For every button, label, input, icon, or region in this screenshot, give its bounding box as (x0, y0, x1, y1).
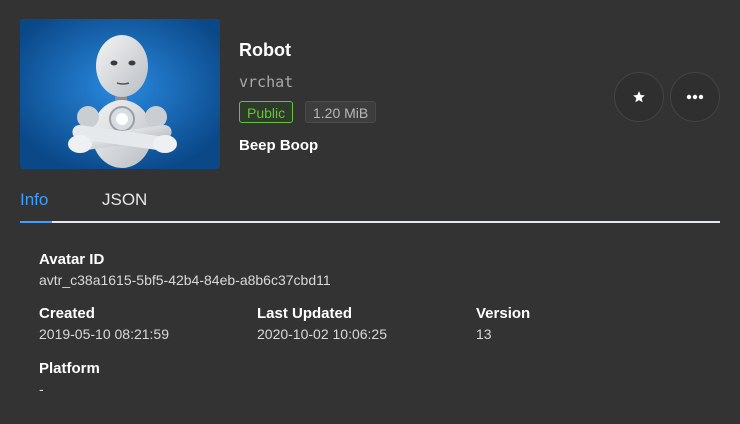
file-size-badge: 1.20 MiB (305, 101, 377, 123)
avatar-thumbnail[interactable] (20, 19, 220, 169)
last-updated-label: Last Updated (257, 305, 353, 322)
tab-divider (20, 221, 720, 223)
avatar-id-value[interactable]: avtr_c38a1615-5bf5-42b4-84eb-a8b6c37cbd1… (39, 272, 331, 288)
tab-info[interactable]: Info (20, 190, 48, 210)
last-updated-value: 2020-10-02 10:06:25 (257, 326, 387, 342)
tab-json[interactable]: JSON (102, 190, 147, 210)
avatar-description: Beep Boop (239, 137, 319, 154)
more-button[interactable] (670, 72, 720, 122)
avatar-author[interactable]: vrchat (239, 73, 293, 91)
favorite-button[interactable] (614, 72, 664, 122)
platform-label: Platform (39, 360, 100, 377)
avatar-name: Robot (239, 40, 291, 60)
avatar-id-label: Avatar ID (39, 251, 105, 268)
platform-value: - (39, 381, 44, 397)
created-label: Created (39, 305, 95, 322)
version-value: 13 (476, 326, 492, 342)
robot-image (20, 19, 220, 169)
created-value: 2019-05-10 08:21:59 (39, 326, 169, 342)
version-label: Version (476, 305, 531, 322)
more-horizontal-icon (686, 94, 704, 100)
release-status-badge: Public (239, 101, 294, 123)
tab-active-indicator (20, 221, 52, 223)
star-icon (633, 91, 645, 103)
